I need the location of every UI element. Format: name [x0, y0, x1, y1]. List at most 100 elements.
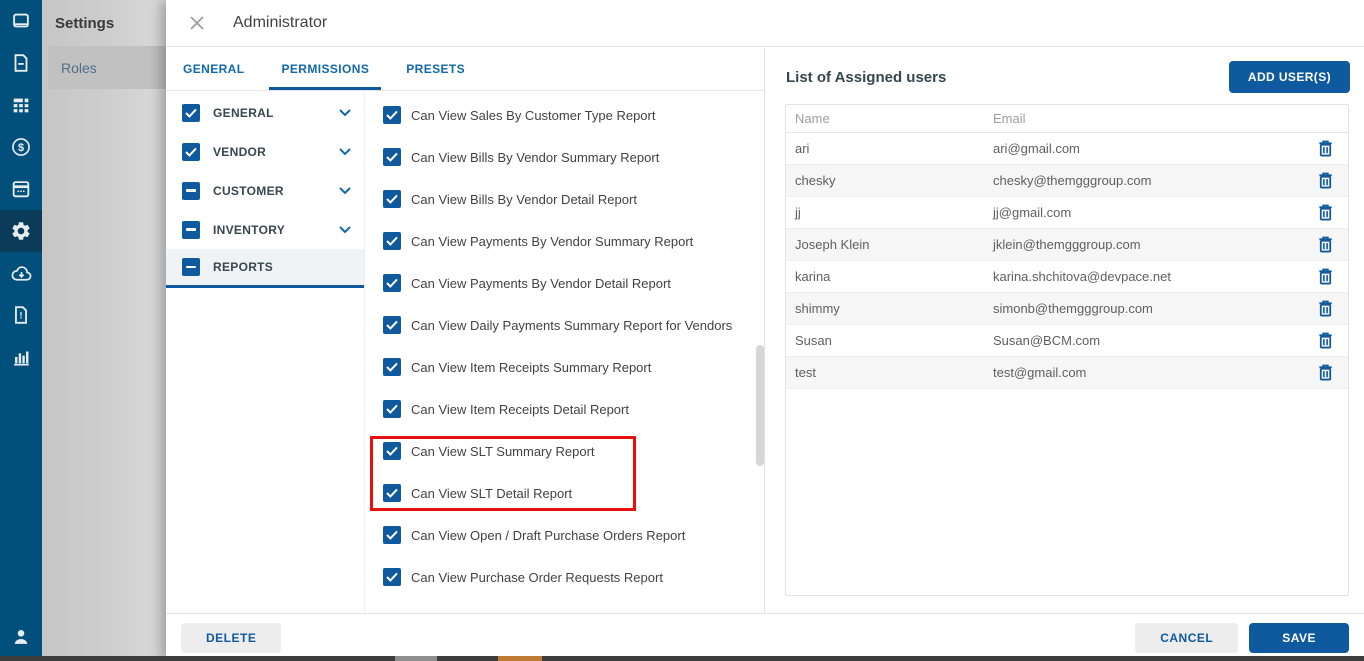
assigned-users-title: List of Assigned users [786, 68, 947, 86]
save-button[interactable]: SAVE [1249, 622, 1349, 653]
checked-checkbox[interactable] [383, 400, 401, 418]
permission-row: Can View Payments By Vendor Summary Repo… [366, 220, 764, 262]
checked-checkbox[interactable] [383, 358, 401, 376]
checked-checkbox[interactable] [383, 274, 401, 292]
category-label: GENERAL [213, 105, 274, 120]
cancel-button[interactable]: CANCEL [1135, 622, 1239, 653]
strip-segment-gray [395, 656, 437, 661]
settings-item-roles[interactable]: Roles [48, 46, 166, 89]
checked-checkbox[interactable] [383, 148, 401, 166]
sidebar-item-gear-icon[interactable] [0, 210, 42, 252]
user-name-cell: karina [795, 269, 831, 284]
trash-icon[interactable] [1302, 139, 1348, 158]
category-row-customer[interactable]: CUSTOMER [166, 171, 364, 210]
tab-presets[interactable]: PRESETS [404, 48, 467, 90]
sidebar-item-window-icon[interactable] [0, 0, 42, 42]
indeterminate-checkbox[interactable] [182, 220, 200, 239]
trash-icon[interactable] [1302, 235, 1348, 254]
permission-row: Can View Item Receipts Detail Report [366, 388, 764, 430]
permission-row: Can View Payments By Vendor Detail Repor… [366, 262, 764, 304]
checked-checkbox[interactable] [383, 190, 401, 208]
checked-checkbox[interactable] [383, 484, 401, 502]
assigned-users-header: List of Assigned users ADD USER(S) [766, 48, 1364, 93]
checked-checkbox[interactable] [182, 103, 200, 122]
permission-label: Can View Bills By Vendor Detail Report [411, 191, 637, 207]
user-row: Susan Susan@BCM.com [786, 325, 1348, 357]
checked-checkbox[interactable] [383, 316, 401, 334]
trash-icon[interactable] [1302, 171, 1348, 190]
category-row-reports[interactable]: REPORTS [166, 249, 364, 288]
sidebar-item-bar-chart-icon[interactable] [0, 336, 42, 378]
tabs-row: GENERAL PERMISSIONS PRESETS [166, 48, 764, 91]
user-name-cell: jj [795, 205, 801, 220]
permission-label: Can View SLT Summary Report [411, 443, 595, 459]
trash-icon[interactable] [1302, 331, 1348, 350]
trash-icon[interactable] [1302, 203, 1348, 222]
user-email-cell: jj@gmail.com [993, 205, 1072, 220]
trash-icon[interactable] [1302, 267, 1348, 286]
user-row: shimmy simonb@themgggroup.com [786, 293, 1348, 325]
category-label: VENDOR [213, 144, 267, 159]
add-users-button[interactable]: ADD USER(S) [1228, 61, 1350, 93]
user-name-cell: chesky [795, 173, 836, 188]
sidebar-item-file-alert-icon[interactable]: ! [0, 294, 42, 336]
trash-icon[interactable] [1302, 299, 1348, 318]
sidebar-item-dollar-icon[interactable]: $ [0, 126, 42, 168]
indeterminate-checkbox[interactable] [182, 258, 200, 276]
checked-checkbox[interactable] [383, 232, 401, 250]
tab-general[interactable]: GENERAL [181, 48, 246, 90]
chevron-down-icon[interactable] [338, 225, 352, 235]
app-screen: $! Settings Roles Administrator GENERAL P… [0, 0, 1364, 661]
assigned-users-section: List of Assigned users ADD USER(S) Name … [766, 48, 1364, 613]
user-email-cell: jklein@themgggroup.com [993, 237, 1141, 252]
chevron-down-icon[interactable] [338, 186, 352, 196]
permission-row: Can View Open / Draft Purchase Orders Re… [366, 514, 764, 556]
scrollbar-thumb[interactable] [756, 345, 764, 466]
category-row-inventory[interactable]: INVENTORY [166, 210, 364, 249]
indeterminate-checkbox[interactable] [182, 181, 200, 200]
user-email-cell: Susan@BCM.com [993, 333, 1101, 348]
settings-panel-title: Settings [55, 15, 115, 32]
sidebar-item-cloud-download-icon[interactable] [0, 252, 42, 294]
user-row: chesky chesky@themgggroup.com [786, 165, 1348, 197]
chevron-down-icon[interactable] [338, 108, 352, 118]
trash-icon[interactable] [1302, 363, 1348, 382]
permission-label: Can View Item Receipts Detail Report [411, 401, 629, 417]
permission-categories: GENERAL VENDOR CUSTOMER INVENTORY REPORTS [166, 92, 365, 613]
sidebar-item-calendar-icon[interactable] [0, 168, 42, 210]
permission-label: Can View Payments By Vendor Summary Repo… [411, 233, 694, 249]
checked-checkbox[interactable] [182, 142, 200, 161]
chevron-down-icon[interactable] [338, 147, 352, 157]
sidebar-item-table-icon[interactable] [0, 84, 42, 126]
user-name-cell: ari [795, 141, 810, 156]
role-editor-modal: Administrator GENERAL PERMISSIONS PRESETS … [166, 0, 1364, 661]
permission-label: Can View SLT Detail Report [411, 485, 573, 501]
checked-checkbox[interactable] [383, 568, 401, 586]
bottom-edge-strip [0, 656, 1364, 661]
assigned-users-table: Name Email ari ari@gmail.com chesky chesky@… [785, 104, 1349, 596]
settings-panel: Settings Roles [42, 0, 166, 661]
category-row-vendor[interactable]: VENDOR [166, 132, 364, 171]
checked-checkbox[interactable] [383, 526, 401, 544]
user-row: Joseph Klein jklein@themgggroup.com [786, 229, 1348, 261]
category-row-general[interactable]: GENERAL [166, 93, 364, 132]
permissions-section: GENERAL PERMISSIONS PRESETS GENERAL VENDOR C… [166, 48, 765, 613]
user-row: jj jj@gmail.com [786, 197, 1348, 229]
permission-label: Can View Payments By Vendor Detail Repor… [411, 275, 671, 291]
user-row: ari ari@gmail.com [786, 133, 1348, 165]
permission-row: Can View Item Receipts Summary Report [366, 346, 764, 388]
checked-checkbox[interactable] [383, 106, 401, 124]
permission-label: Can View Sales By Customer Type Report [411, 107, 656, 123]
tab-permissions[interactable]: PERMISSIONS [269, 48, 381, 90]
settings-item-label: Roles [61, 59, 97, 76]
close-icon[interactable] [188, 14, 206, 32]
category-label: REPORTS [213, 260, 274, 274]
sidebar-item-document-icon[interactable] [0, 42, 42, 84]
category-label: INVENTORY [213, 222, 286, 237]
table-header-row: Name Email [786, 105, 1348, 133]
user-email-cell: simonb@themgggroup.com [993, 301, 1153, 316]
delete-button[interactable]: DELETE [181, 622, 282, 653]
person-icon[interactable] [0, 619, 42, 655]
app-sidebar: $! [0, 0, 42, 661]
checked-checkbox[interactable] [383, 442, 401, 460]
